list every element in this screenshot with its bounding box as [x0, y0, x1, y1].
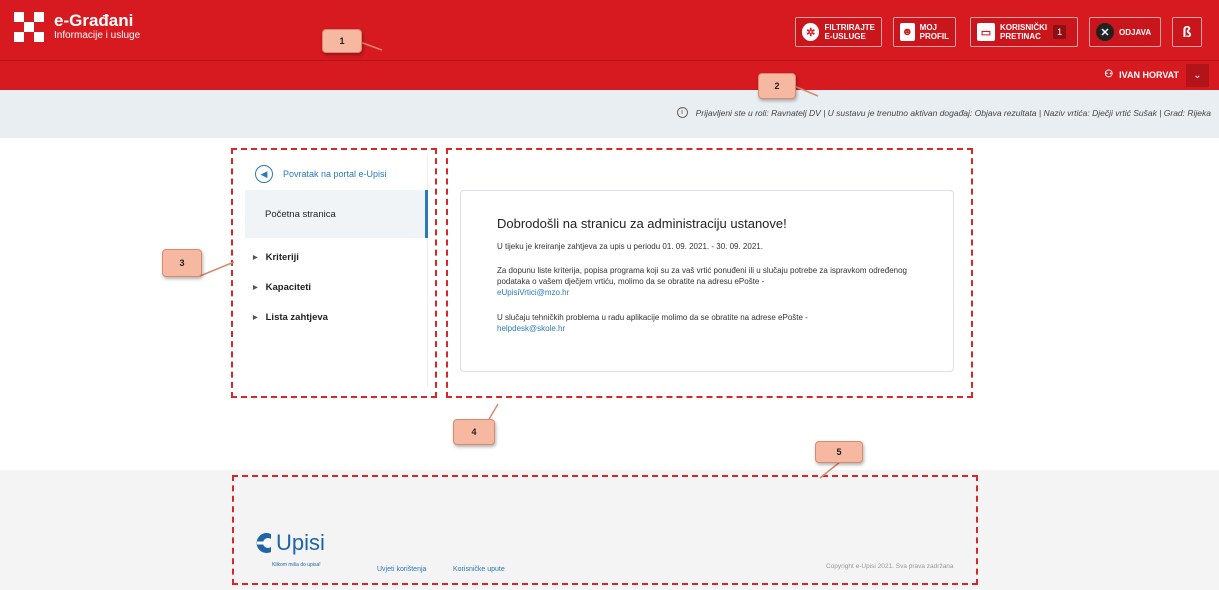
inbox-label-1: Korisnički: [1000, 23, 1048, 32]
profile-label-2: profil: [919, 32, 949, 41]
role-info-bar: i Prijavljeni ste u roli: Ravnatelj DV |…: [0, 90, 1219, 138]
logout-button[interactable]: ✕ Odjava: [1089, 17, 1161, 47]
user-name: IVAN HORVAT: [1119, 69, 1179, 80]
profile-icon: ☻: [900, 23, 915, 41]
top-header: e-Građani Informacije i usluge ✲ Filtrir…: [0, 0, 1219, 61]
role-info-text: Prijavljeni ste u roli: Ravnatelj DV | U…: [695, 107, 1211, 118]
logo-subtitle: Informacije i usluge: [54, 30, 141, 41]
accessibility-button[interactable]: ß: [1172, 17, 1202, 47]
logo-title: e-Građani: [54, 11, 134, 30]
inbox-count-badge: 1: [1053, 25, 1067, 39]
page: e-Građani Informacije i usluge ✲ Filtrir…: [0, 0, 1219, 590]
callout-4: 4: [453, 419, 495, 445]
callout-5: 5: [815, 441, 863, 463]
user-icon: ⚇: [1104, 69, 1114, 80]
annotation-box-3: [231, 148, 437, 398]
filter-label-1: Filtrirajte: [824, 23, 875, 32]
filter-label-2: e-usluge: [824, 32, 866, 41]
callout-3: 3: [162, 249, 202, 277]
close-icon: ✕: [1096, 23, 1114, 41]
callout-1: 1: [322, 29, 362, 53]
chevron-down-icon[interactable]: ⌄: [1186, 64, 1209, 87]
user-bar: ⚇ IVAN HORVAT ⌄: [0, 61, 1219, 90]
callout-2: 2: [758, 73, 796, 99]
inbox-icon: ▭: [977, 23, 995, 41]
accessibility-icon: ß: [1182, 23, 1192, 41]
user-menu[interactable]: ⚇ IVAN HORVAT: [1104, 69, 1179, 80]
annotation-box-4: [446, 148, 973, 398]
annotation-box-5: [232, 475, 978, 585]
filter-icon: ✲: [802, 23, 820, 41]
logout-label: Odjava: [1119, 27, 1152, 37]
profile-label-1: Moj: [919, 23, 937, 32]
checkerboard-icon: [14, 12, 44, 42]
egradani-logo[interactable]: e-Građani Informacije i usluge: [14, 12, 140, 42]
user-inbox-button[interactable]: ▭ Korisnički pretinac 1: [970, 17, 1078, 47]
info-icon: i: [676, 107, 688, 118]
inbox-label-2: pretinac: [1000, 32, 1041, 41]
my-profile-button[interactable]: ☻ Moj profil: [893, 17, 956, 47]
filter-services-button[interactable]: ✲ Filtrirajte e-usluge: [795, 17, 882, 47]
